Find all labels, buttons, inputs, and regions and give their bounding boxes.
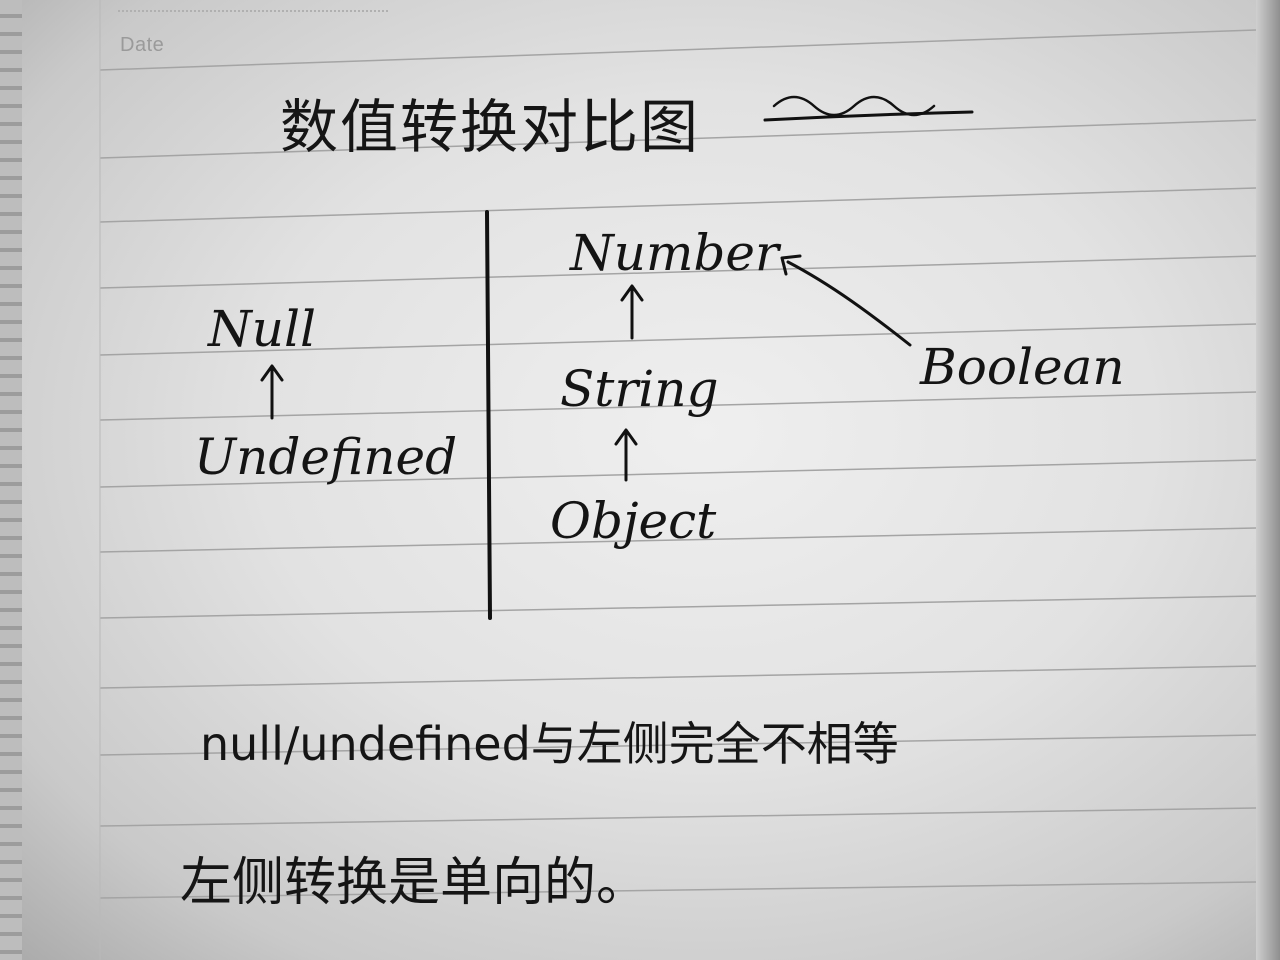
node-undefined: Undefined	[194, 428, 458, 486]
arrow-boolean-to-number	[786, 260, 912, 347]
divider-line	[485, 210, 492, 620]
node-boolean: Boolean	[920, 338, 1125, 396]
strikethrough-mark	[763, 110, 974, 122]
notebook-photo: Date 数值转换对比图 Null Undefined Number Strin…	[0, 0, 1280, 960]
notebook-page: Date 数值转换对比图 Null Undefined Number Strin…	[22, 0, 1256, 960]
notebook-binding	[0, 0, 22, 960]
node-null: Null	[208, 300, 316, 358]
note-line-1: null/undefined与左侧完全不相等	[200, 717, 899, 771]
node-number: Number	[570, 224, 779, 282]
note-line-2: 左侧转换是单向的。	[180, 853, 649, 913]
node-object: Object	[550, 492, 717, 550]
node-string: String	[560, 360, 719, 418]
notebook-page-edge	[1256, 0, 1280, 960]
